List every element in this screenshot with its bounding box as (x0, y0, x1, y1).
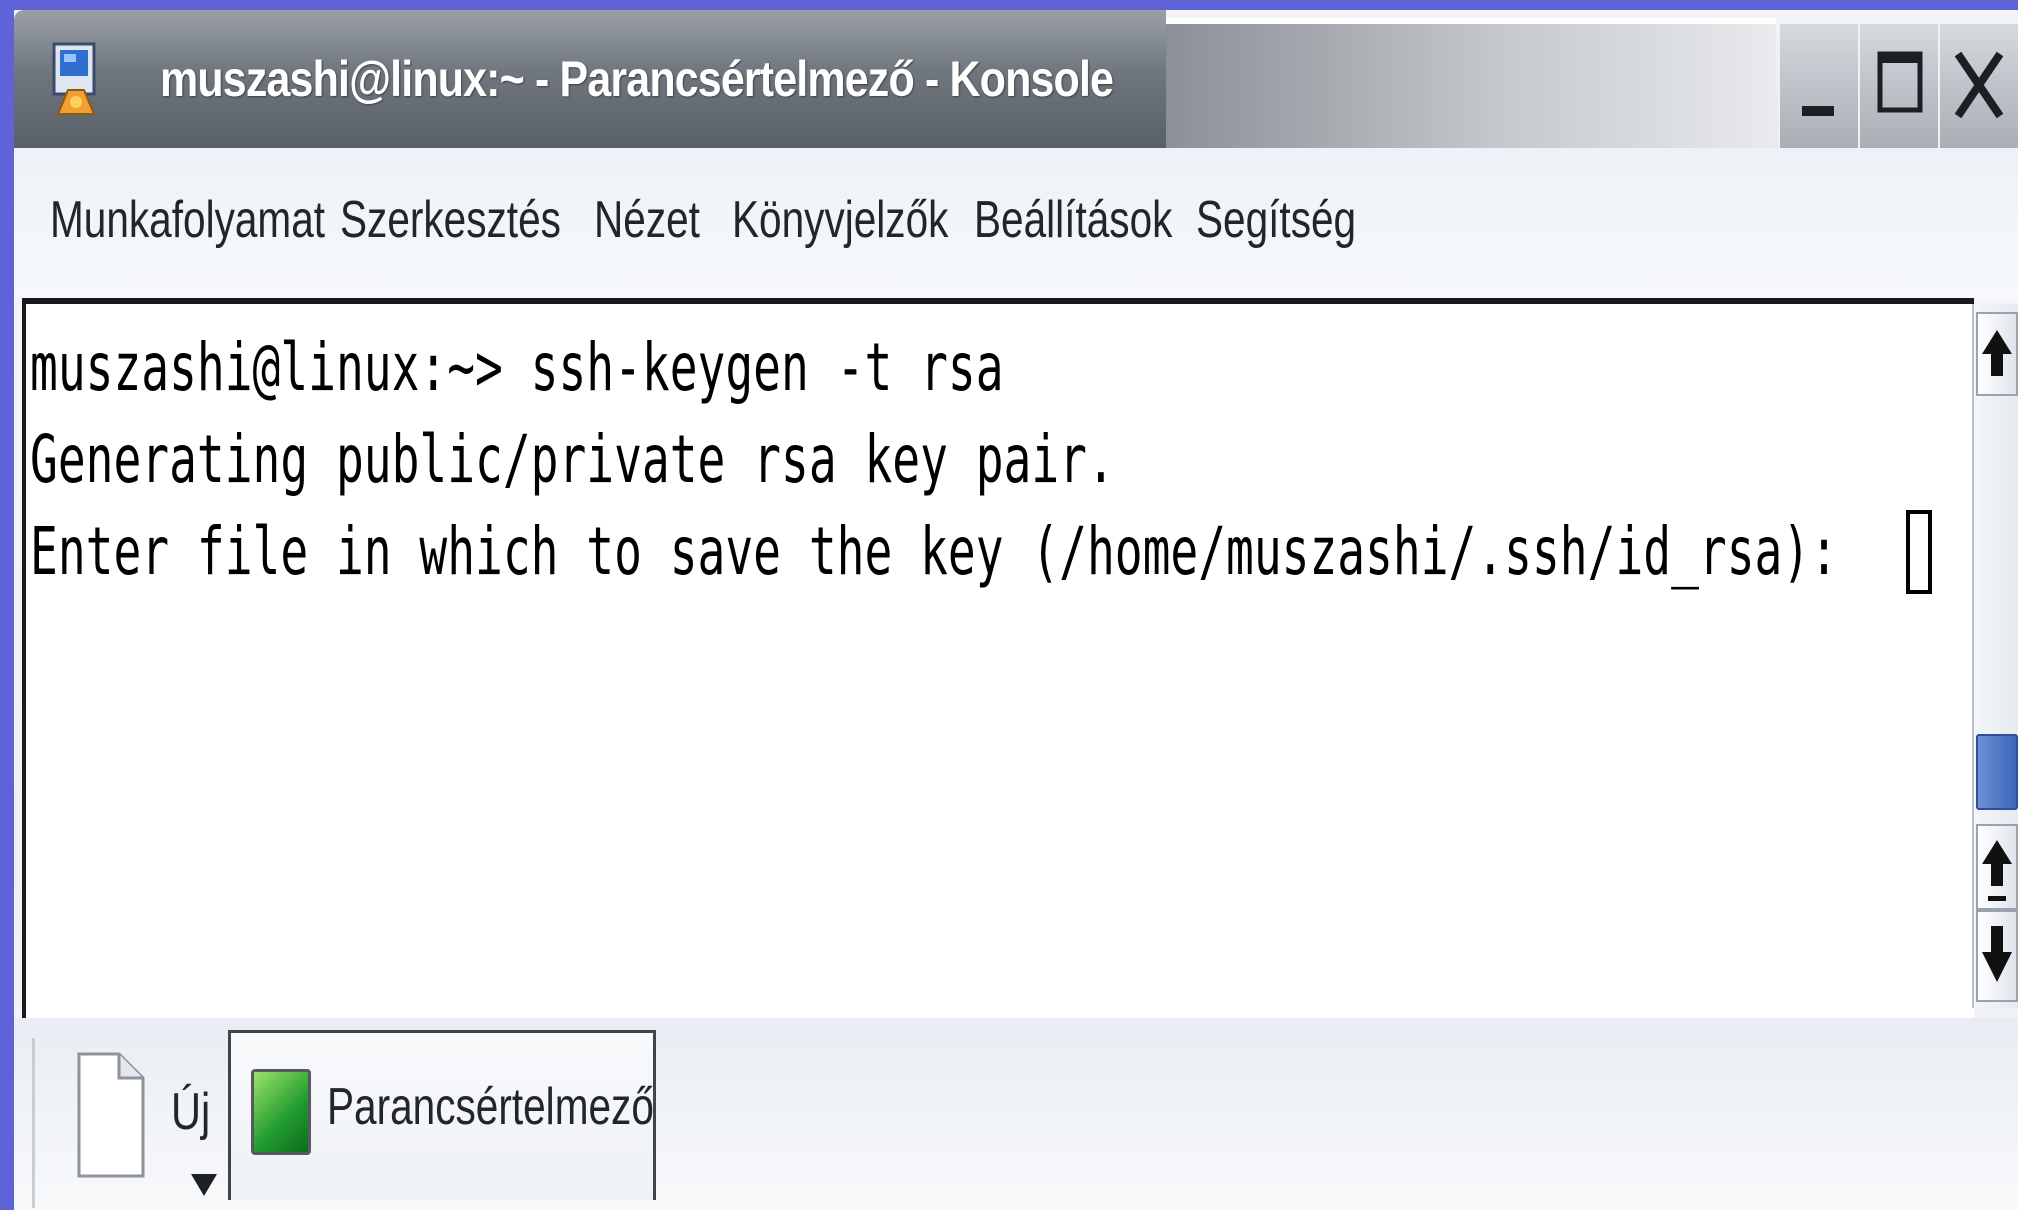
new-session-button[interactable]: Új (32, 1038, 225, 1208)
arrow-up-icon (1982, 840, 2012, 901)
terminal-icon (251, 1069, 311, 1155)
konsole-app-icon[interactable] (50, 40, 102, 122)
terminal-line-prompt: Enter file in which to save the key (/ho… (30, 513, 1866, 590)
menu-konyvjelzok[interactable]: Könyvjelzők (732, 190, 948, 250)
scroll-thumb[interactable] (1976, 734, 2018, 810)
title-bar-gradient (1166, 18, 1776, 154)
menu-beallitasok[interactable]: Beállítások (974, 190, 1172, 250)
vertical-scrollbar[interactable] (1972, 304, 2018, 1008)
arrow-up-icon (1982, 330, 2012, 376)
scroll-up-button[interactable] (1976, 312, 2018, 396)
window-title: muszashi@linux:~ - Parancsértelmező - Ko… (160, 51, 1114, 107)
menu-segitseg[interactable]: Segítség (1196, 190, 1356, 250)
konsole-window: muszashi@linux:~ - Parancsértelmező - Ko… (14, 10, 2018, 1210)
terminal-area[interactable]: muszashi@linux:~> ssh-keygen -t rsa Gene… (22, 298, 1974, 1018)
menu-nezet[interactable]: Nézet (594, 190, 700, 250)
title-bar[interactable]: muszashi@linux:~ - Parancsértelmező - Ko… (14, 10, 2018, 154)
menu-bar: Munkafolyamat Szerkesztés Nézet Könyvjel… (14, 148, 2018, 298)
terminal-cursor (1906, 510, 1932, 594)
close-button[interactable] (1938, 24, 2018, 148)
chevron-down-icon[interactable] (189, 1172, 219, 1198)
minimize-button[interactable] (1778, 24, 1858, 148)
tab-parancsertelmezo[interactable]: Parancsértelmező (228, 1030, 656, 1200)
terminal-line-command: muszashi@linux:~> ssh-keygen -t rsa (30, 329, 1004, 406)
session-tab-label: Parancsértelmező (327, 1078, 654, 1136)
arrow-down-icon (1982, 926, 2012, 982)
maximize-button[interactable] (1858, 24, 1938, 148)
new-document-icon (77, 1052, 145, 1178)
minimize-icon (1802, 106, 1834, 116)
scroll-up-button-bottom[interactable] (1976, 824, 2018, 910)
session-tab-bar: Új Parancsértelmező (14, 1018, 2018, 1210)
maximize-icon (1877, 51, 1923, 113)
new-session-label: Új (171, 1083, 211, 1141)
menu-szerkesztes[interactable]: Szerkesztés (340, 190, 561, 250)
close-icon (1954, 51, 2004, 119)
menu-munkafolyamat[interactable]: Munkafolyamat (50, 190, 325, 250)
terminal-line-output: Generating public/private rsa key pair. (30, 421, 1115, 498)
scroll-down-button[interactable] (1976, 910, 2018, 1002)
